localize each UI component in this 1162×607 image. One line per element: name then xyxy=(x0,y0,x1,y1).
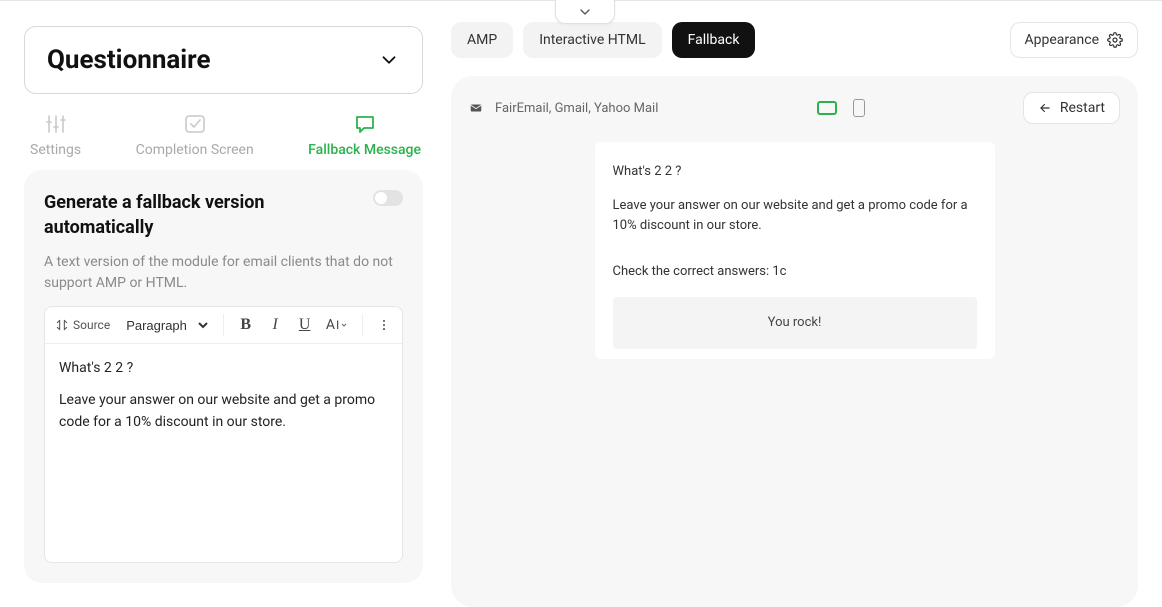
fallback-auto-toggle[interactable] xyxy=(373,190,403,206)
code-icon xyxy=(55,318,69,332)
editor-source-button[interactable]: Source xyxy=(53,318,110,332)
preview-tab-amp[interactable]: AMP xyxy=(451,22,513,58)
gear-icon xyxy=(1107,32,1123,48)
fallback-auto-description: A text version of the module for email c… xyxy=(44,252,403,294)
module-title: Questionnaire xyxy=(47,45,211,75)
email-preview-canvas: What's 2 2 ? Leave your answer on our we… xyxy=(595,142,995,359)
mail-icon xyxy=(469,101,483,115)
check-square-icon xyxy=(183,112,207,136)
preview-tab-fallback[interactable]: Fallback xyxy=(672,22,756,58)
editor-italic-button[interactable]: I xyxy=(265,313,284,337)
editor-font-menu-button[interactable]: AI xyxy=(324,313,349,337)
editor-body[interactable]: What's 2 2 ? Leave your answer on our we… xyxy=(45,344,402,562)
editor-bold-button[interactable]: B xyxy=(236,313,255,337)
tab-settings-label: Settings xyxy=(30,142,81,158)
fallback-auto-title: Generate a fallback version automaticall… xyxy=(44,190,361,240)
editor-line-1: What's 2 2 ? xyxy=(59,358,388,380)
preview-cta: Leave your answer on our website and get… xyxy=(613,196,977,236)
editor-line-2: Leave your answer on our website and get… xyxy=(59,390,388,433)
appearance-label: Appearance xyxy=(1025,32,1099,48)
font-icon: AI xyxy=(326,317,348,333)
chevron-down-icon xyxy=(577,4,593,20)
tab-settings[interactable]: Settings xyxy=(30,112,81,158)
chevron-down-icon xyxy=(378,49,400,71)
preview-tab-interactive-html[interactable]: Interactive HTML xyxy=(523,22,661,58)
tab-fallback-label: Fallback Message xyxy=(308,142,421,158)
italic-icon: I xyxy=(272,316,277,334)
preview-clients-label: FairEmail, Gmail, Yahoo Mail xyxy=(495,101,658,116)
editor-style-select[interactable]: Paragraph xyxy=(120,313,211,337)
bold-icon: B xyxy=(240,316,251,334)
tab-fallback-message[interactable]: Fallback Message xyxy=(308,112,421,158)
chat-icon xyxy=(353,112,377,136)
tab-completion-screen[interactable]: Completion Screen xyxy=(136,112,254,158)
editor-underline-button[interactable]: U xyxy=(295,313,314,337)
device-desktop-toggle[interactable] xyxy=(817,101,837,115)
underline-icon: U xyxy=(299,316,311,334)
sliders-icon xyxy=(44,112,68,136)
preview-question: What's 2 2 ? xyxy=(613,162,977,182)
preview-check-answers: Check the correct answers: 1c xyxy=(613,262,977,282)
device-phone-toggle[interactable] xyxy=(853,99,865,117)
preview-rock-button[interactable]: You rock! xyxy=(613,297,977,349)
module-dropdown[interactable]: Questionnaire xyxy=(24,26,423,94)
tab-completion-label: Completion Screen xyxy=(136,142,254,158)
editor-more-button[interactable] xyxy=(375,313,394,337)
editor-toolbar: Source Paragraph B I U AI xyxy=(45,307,402,344)
restart-button[interactable]: Restart xyxy=(1023,92,1120,124)
top-chevron-tab[interactable] xyxy=(555,0,615,24)
arrow-left-icon xyxy=(1038,101,1052,115)
appearance-button[interactable]: Appearance xyxy=(1010,22,1138,58)
dots-vertical-icon xyxy=(377,318,391,332)
restart-label: Restart xyxy=(1060,100,1105,116)
